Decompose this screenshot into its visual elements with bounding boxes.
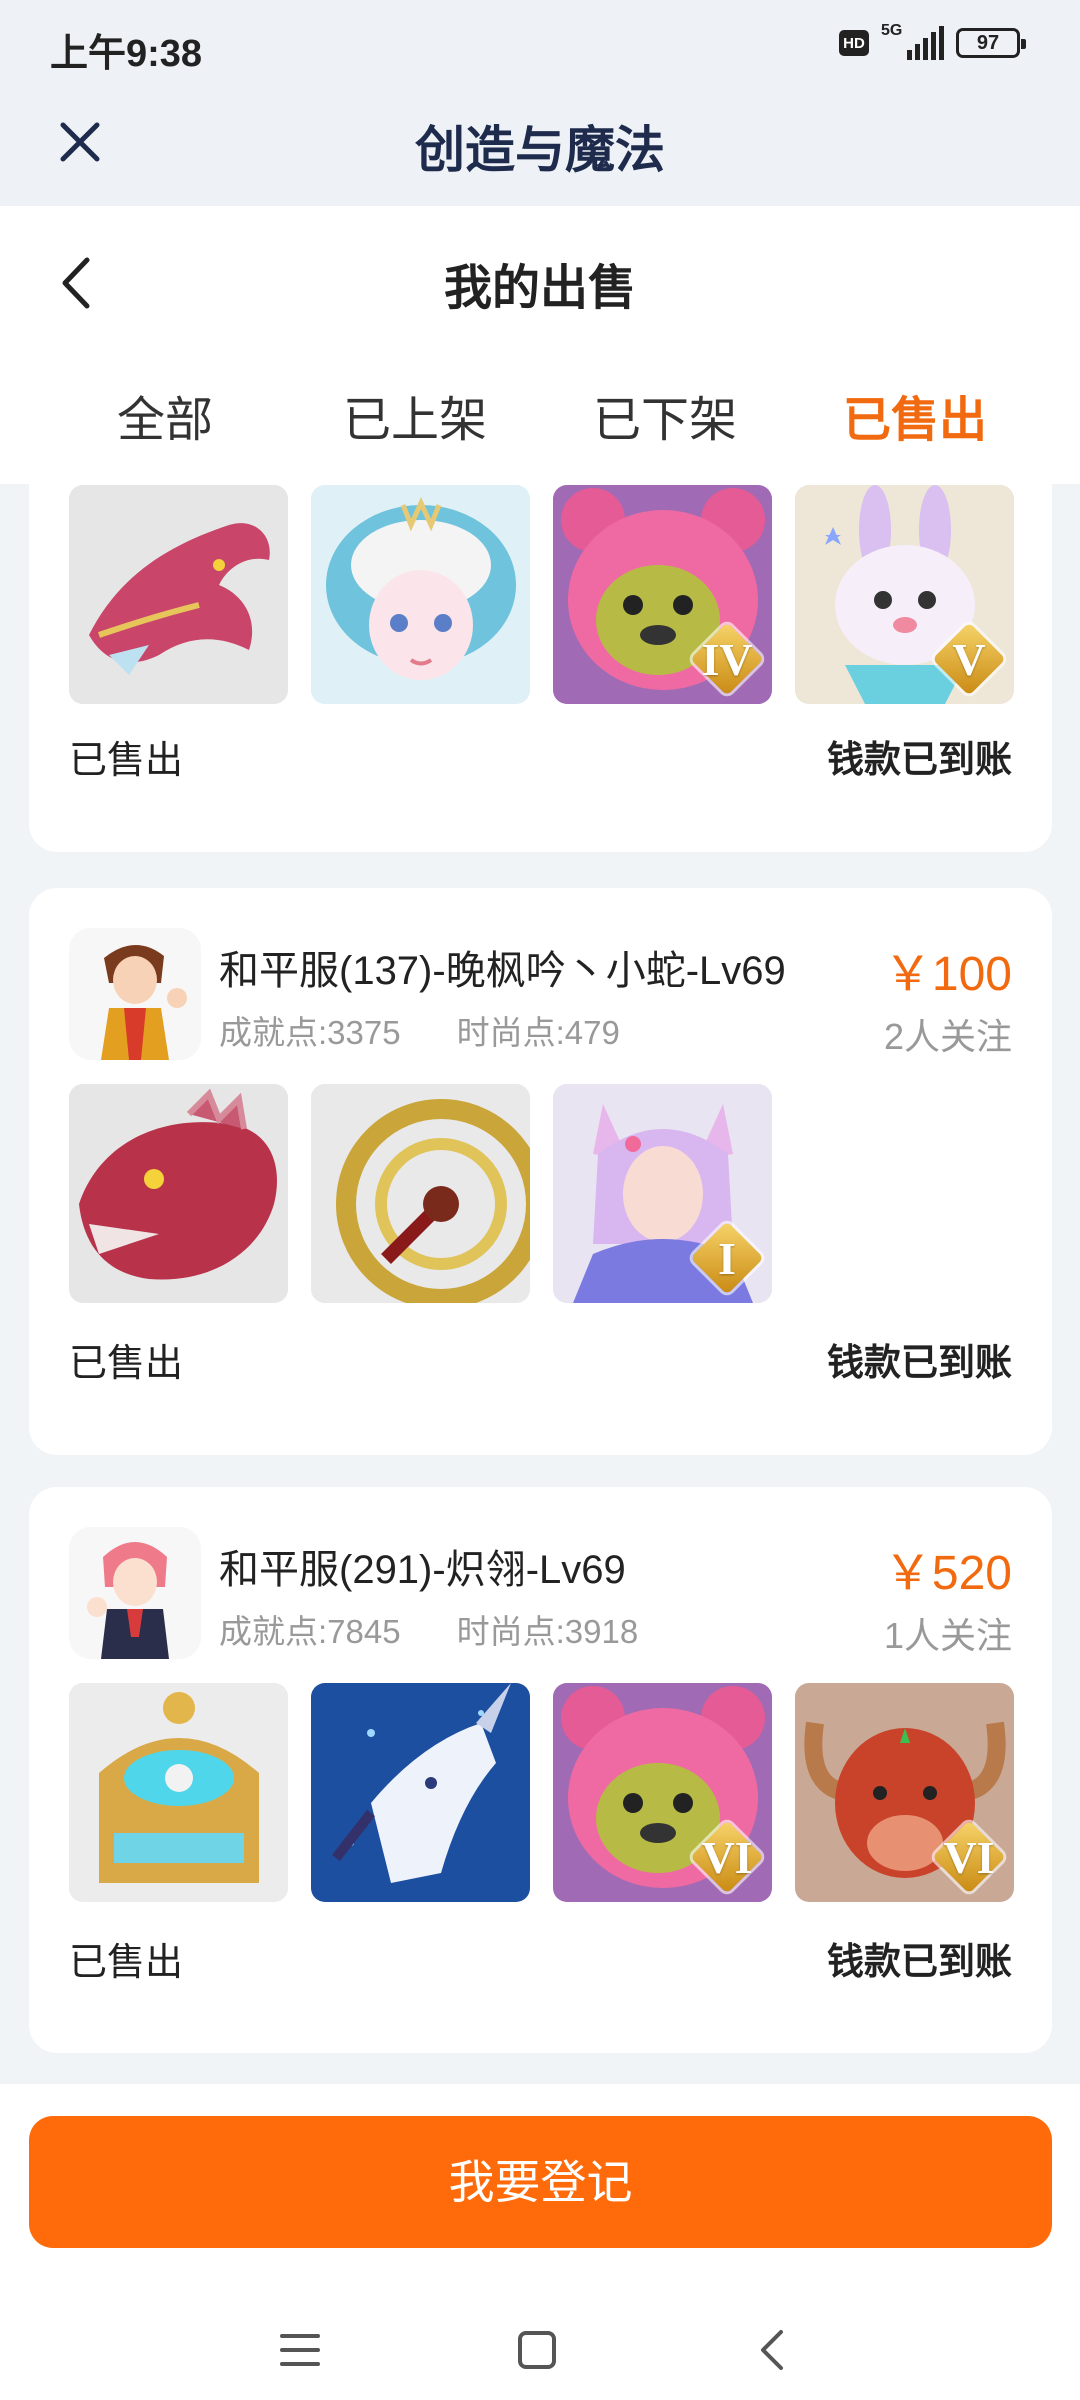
item-thumbnail-red-dragon[interactable] — [69, 1084, 288, 1303]
item-thumbnail-ram-beast[interactable]: VI — [795, 1683, 1014, 1902]
fashion-points: 时尚点:3918 — [456, 1613, 639, 1650]
tab-listed[interactable]: 已上架 — [290, 376, 540, 466]
network-type: 5G — [881, 22, 903, 39]
avatar — [69, 928, 201, 1060]
price: ￥520 — [883, 1547, 1012, 1600]
card-footer: 已售出 钱款已到账 — [69, 729, 1012, 782]
item-thumbnail-dragon[interactable] — [69, 485, 288, 704]
item-thumbnail-rabbit[interactable]: V — [795, 485, 1014, 704]
tab-delisted[interactable]: 已下架 — [540, 376, 790, 466]
stats: 成就点:3375 时尚点:479 — [219, 1006, 620, 1054]
card-footer: 已售出 钱款已到账 — [69, 1931, 1012, 1984]
listing-list[interactable]: IV V 已售出 钱款已到账 和平服(137)-晚枫吟丶小蛇-Lv69 成就点:… — [0, 484, 1080, 2084]
listing-card[interactable]: 和平服(291)-炽翎-Lv69 成就点:7845 时尚点:3918 ￥520 1… — [29, 1487, 1052, 2053]
item-thumbnail-fox-lady[interactable]: I — [553, 1084, 772, 1303]
card-footer: 已售出 钱款已到账 — [69, 1332, 1012, 1385]
settlement-status: 钱款已到账 — [827, 739, 1012, 780]
card-header: 和平服(291)-炽翎-Lv69 成就点:7845 时尚点:3918 ￥520 1… — [69, 1527, 1012, 1659]
tier-badge: VI — [932, 1820, 1006, 1894]
sale-status: 已售出 — [69, 1942, 184, 1984]
item-thumbnail-golden-throne[interactable] — [69, 1683, 288, 1902]
tab-all[interactable]: 全部 — [40, 376, 290, 466]
listing-card[interactable]: IV V 已售出 钱款已到账 — [29, 484, 1052, 852]
menu-icon — [280, 2334, 320, 2366]
app-bar: 创造与魔法 — [0, 90, 1080, 206]
listing-card[interactable]: 和平服(137)-晚枫吟丶小蛇-Lv69 成就点:3375 时尚点:479 ￥10… — [29, 888, 1052, 1455]
nav-back-button[interactable] — [742, 2320, 802, 2380]
tab-bar: 全部 已上架 已下架 已售出 — [0, 376, 1080, 466]
server-name: 和平服(137)-晚枫吟丶小蛇-Lv69 — [219, 949, 786, 993]
item-thumbnail-golden-ring[interactable] — [311, 1084, 530, 1303]
hd-icon: HD — [839, 30, 869, 56]
signal-icon: 5G — [881, 22, 944, 60]
register-button[interactable]: 我要登记 — [29, 2116, 1052, 2248]
follower-count: 1人关注 — [883, 1615, 1012, 1656]
price: ￥100 — [883, 948, 1012, 1001]
server-name: 和平服(291)-炽翎-Lv69 — [219, 1548, 626, 1592]
settlement-status: 钱款已到账 — [827, 1342, 1012, 1383]
status-icons: HD 5G 97 — [839, 22, 1026, 60]
back-triangle-icon — [761, 2330, 783, 2370]
fashion-points: 时尚点:479 — [456, 1014, 620, 1051]
follower-count: 2人关注 — [883, 1016, 1012, 1057]
home-square-icon — [518, 2331, 556, 2369]
avatar — [69, 1527, 201, 1659]
home-button[interactable] — [507, 2320, 567, 2380]
bottom-bar: 我要登记 — [0, 2084, 1080, 2400]
battery-icon: 97 — [956, 28, 1026, 58]
item-thumbnails: VI VI — [69, 1683, 1014, 1902]
achievement-points: 成就点:7845 — [219, 1613, 401, 1650]
item-thumbnail-pink-bear[interactable]: VI — [553, 1683, 772, 1902]
tab-sold[interactable]: 已售出 — [790, 376, 1040, 466]
status-bar: 上午9:38 HD 5G 97 — [0, 0, 1080, 90]
item-thumbnails: I — [69, 1084, 772, 1303]
page-title: 我的出售 — [443, 262, 636, 315]
tier-badge: IV — [690, 622, 764, 696]
item-thumbnail-sheep-girl[interactable] — [311, 485, 530, 704]
status-time: 上午9:38 — [50, 33, 203, 75]
tier-badge: VI — [690, 1820, 764, 1894]
achievement-points: 成就点:3375 — [219, 1014, 401, 1051]
app-title: 创造与魔法 — [415, 122, 665, 178]
card-header: 和平服(137)-晚枫吟丶小蛇-Lv69 成就点:3375 时尚点:479 ￥10… — [69, 928, 1012, 1060]
sale-status: 已售出 — [69, 1343, 184, 1385]
settlement-status: 钱款已到账 — [827, 1941, 1012, 1982]
item-thumbnail-pink-bear[interactable]: IV — [553, 485, 772, 704]
tier-badge: V — [932, 622, 1006, 696]
stats: 成就点:7845 时尚点:3918 — [219, 1605, 638, 1653]
menu-button[interactable] — [270, 2320, 330, 2380]
system-nav-bar — [0, 2300, 1080, 2400]
tier-badge: I — [690, 1221, 764, 1295]
item-thumbnails: IV V — [69, 485, 1014, 704]
sub-header: 我的出售 全部 已上架 已下架 已售出 — [0, 206, 1080, 484]
item-thumbnail-spirit-deer[interactable] — [311, 1683, 530, 1902]
sale-status: 已售出 — [69, 740, 184, 782]
